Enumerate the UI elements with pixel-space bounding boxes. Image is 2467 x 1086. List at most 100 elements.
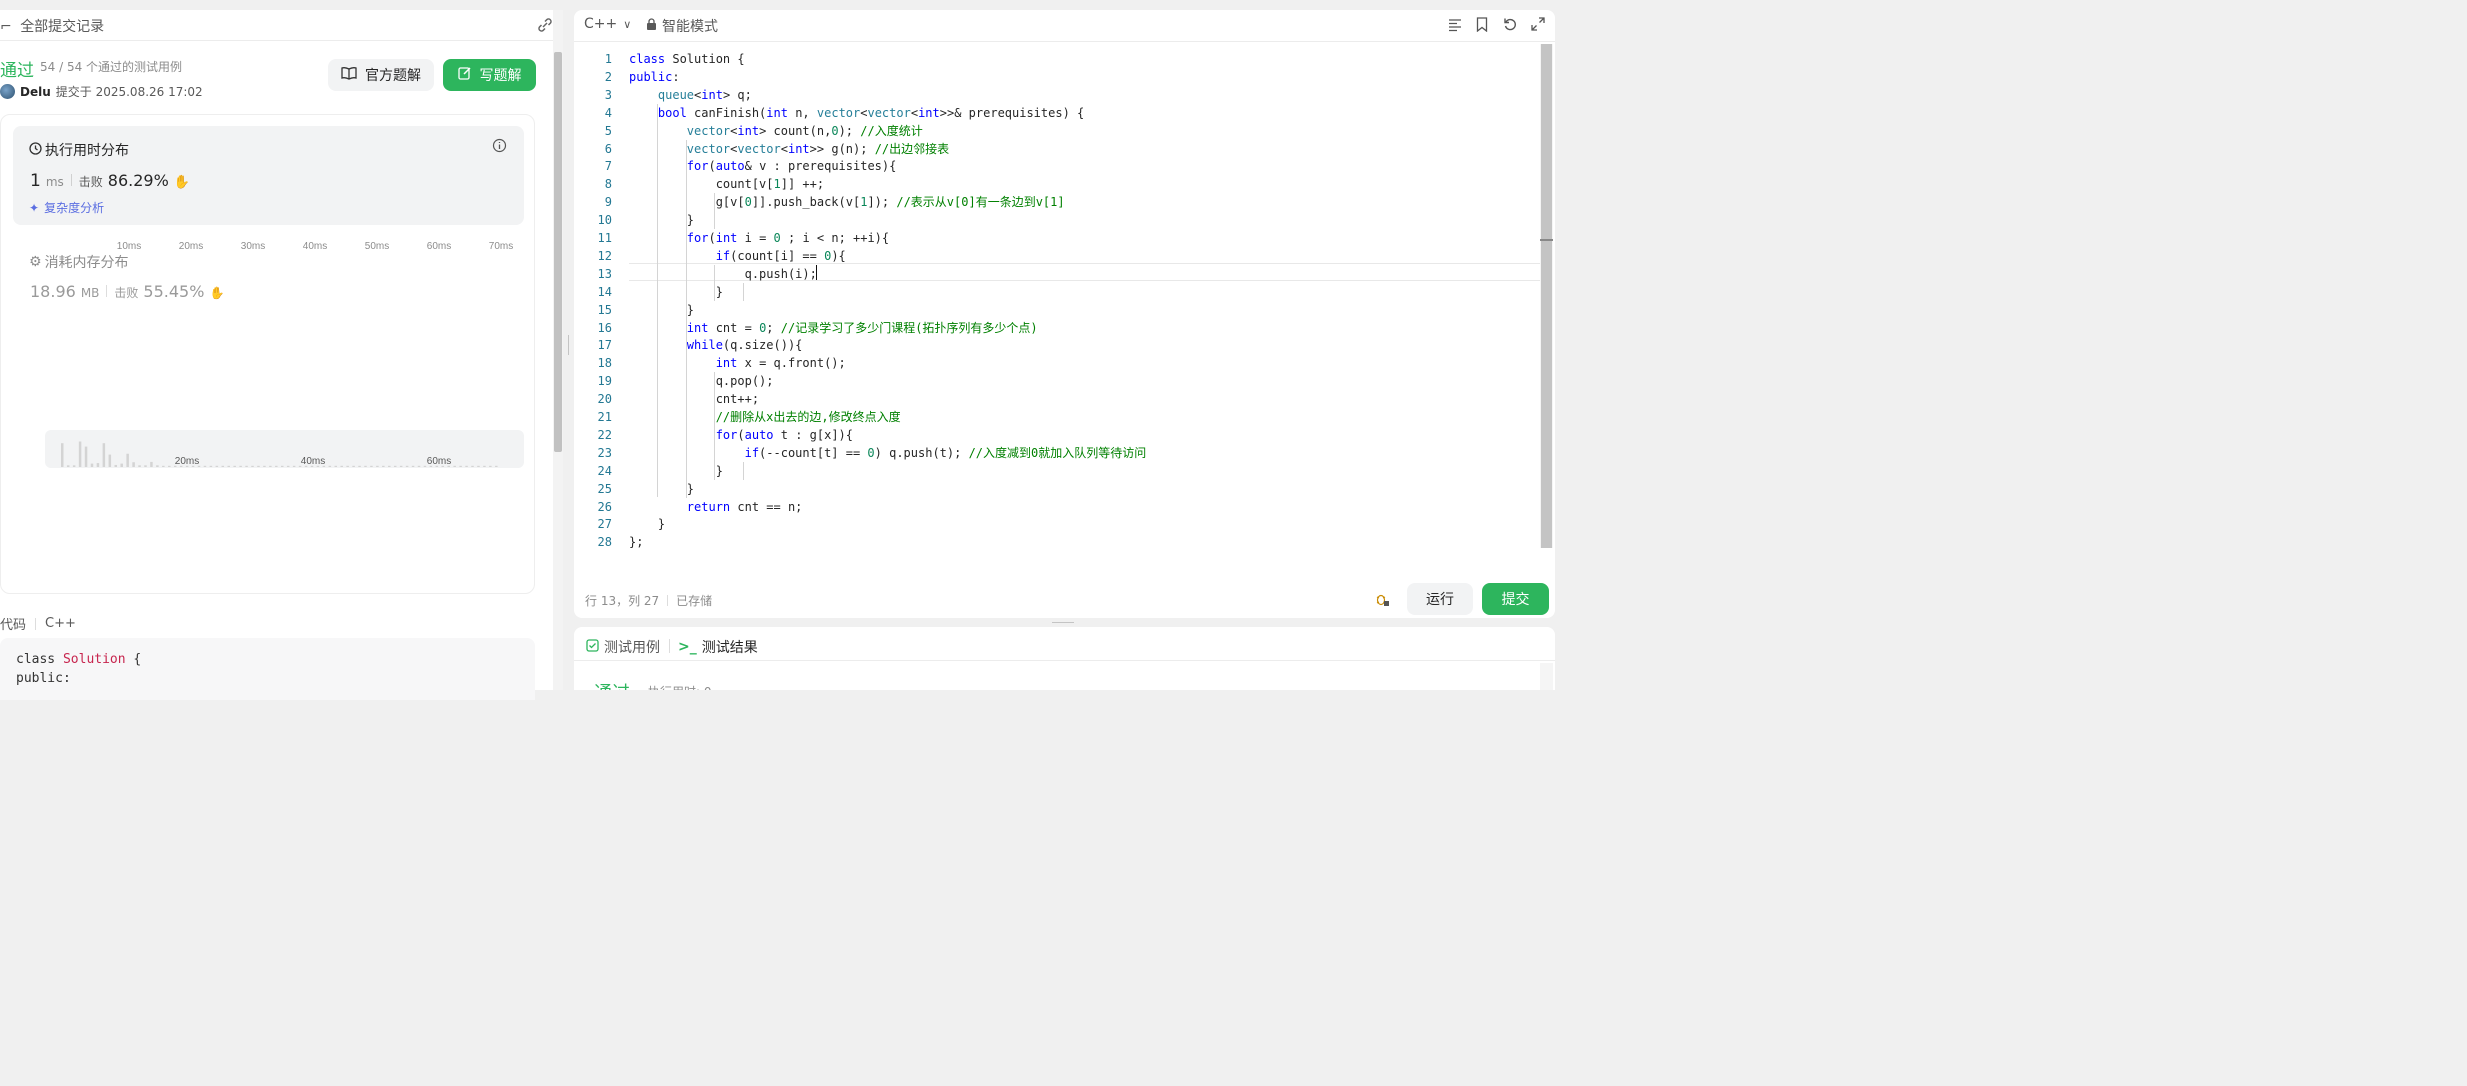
- code-line[interactable]: vector<int> count(n,0); //入度统计: [629, 122, 923, 140]
- code-line[interactable]: }: [629, 462, 723, 480]
- overview-bar: [61, 443, 64, 467]
- indent-guide: [743, 461, 744, 480]
- vertical-resize-handle[interactable]: [1052, 621, 1074, 624]
- clap-icon: ✋: [173, 175, 190, 190]
- back-to-submissions[interactable]: ⌐ 全部提交记录: [0, 16, 104, 36]
- code-preview-line: class Solution {: [16, 652, 142, 667]
- debug-icon[interactable]: [1375, 592, 1390, 611]
- x-tick-label: 50ms: [365, 241, 389, 252]
- overview-bar: [292, 465, 296, 467]
- code-line[interactable]: vector<vector<int>> g(n); //出边邻接表: [629, 140, 949, 158]
- stat-divider: [70, 174, 72, 186]
- performance-card: 执行用时分布 1 ms 击败 86.29% ✋ ✦ 复杂度分析 ⚙ 消耗内存分布: [0, 114, 535, 594]
- code-line[interactable]: int x = q.front();: [629, 354, 846, 372]
- editor-mode[interactable]: 智能模式: [646, 16, 718, 36]
- line-number: 28: [597, 535, 612, 550]
- overview-tick-label: 60ms: [427, 456, 451, 467]
- left-scrollbar-track[interactable]: [553, 10, 563, 690]
- overview-bar: [138, 465, 141, 467]
- overview-bar: [275, 465, 278, 467]
- line-number: 5: [604, 123, 612, 138]
- overview-bar: [66, 465, 70, 467]
- tab-result[interactable]: >_ 测试结果: [678, 637, 758, 657]
- code-line[interactable]: public:: [629, 68, 680, 86]
- code-line[interactable]: if(--count[t] == 0) q.push(t); //入度减到0就加…: [629, 444, 1147, 462]
- overview-tick-label: 20ms: [175, 456, 199, 467]
- text-cursor: [816, 265, 817, 280]
- overview-bar: [150, 461, 153, 467]
- username[interactable]: Delu: [20, 85, 51, 99]
- left-scrollbar-thumb[interactable]: [554, 52, 562, 452]
- overview-bar: [346, 465, 349, 467]
- code-line[interactable]: count[v[1]] ++;: [629, 175, 824, 193]
- overview-bar: [263, 465, 266, 467]
- cursor-position: 行 13，列 27: [585, 594, 660, 608]
- code-line[interactable]: if(count[i] == 0){: [629, 247, 846, 265]
- code-editor[interactable]: 1 2 3 4 5 6 7 8 9 10 11 12 13 14 15 16 17 18 19 20 21 22 23 24 2…: [574, 48, 1540, 568]
- complexity-analysis-link[interactable]: ✦ 复杂度分析: [29, 199, 104, 216]
- code-line[interactable]: //删除从x出去的边,修改终点入度: [629, 408, 901, 426]
- code-line[interactable]: g[v[0]].push_back(v[1]); //表示从v[0]有一条边到v…: [629, 193, 1065, 211]
- indent-guide: [714, 193, 715, 229]
- code-line[interactable]: int cnt = 0; //记录学习了多少门课程(拓扑序列有多少个点): [629, 319, 1038, 337]
- runtime-beat-value: 86.29%: [107, 171, 169, 190]
- test-panel-scrollbar[interactable]: [1540, 663, 1553, 690]
- line-number: 14: [597, 284, 612, 299]
- language-selector[interactable]: C++ ∨: [584, 16, 631, 32]
- overview-bar: [405, 465, 409, 467]
- editor-scrollbar-thumb[interactable]: [1541, 44, 1552, 548]
- run-button[interactable]: 运行: [1407, 583, 1473, 615]
- overview-bar: [144, 465, 147, 467]
- line-number: 19: [597, 374, 612, 389]
- panel-resize-handle[interactable]: [567, 335, 570, 355]
- x-tick-label: 60ms: [427, 241, 451, 252]
- code-line[interactable]: }: [629, 480, 694, 498]
- line-number: 18: [597, 356, 612, 371]
- line-number: 8: [604, 177, 612, 192]
- runtime-section[interactable]: 执行用时分布 1 ms 击败 86.29% ✋ ✦ 复杂度分析: [13, 126, 524, 225]
- overview-bar: [393, 465, 397, 467]
- code-line[interactable]: }: [629, 301, 694, 319]
- code-line[interactable]: class Solution {: [629, 50, 745, 68]
- format-icon[interactable]: [1448, 18, 1462, 36]
- line-number: 16: [597, 320, 612, 335]
- code-line[interactable]: bool canFinish(int n, vector<vector<int>…: [629, 104, 1084, 122]
- code-line[interactable]: queue<int> q;: [629, 86, 752, 104]
- code-line[interactable]: for(int i = 0 ; i < n; ++i){: [629, 229, 889, 247]
- share-link-icon[interactable]: [536, 16, 554, 38]
- indent-guide: [657, 103, 658, 498]
- code-line[interactable]: q.pop();: [629, 372, 774, 390]
- write-solution-button[interactable]: 写题解: [443, 59, 536, 91]
- code-line[interactable]: for(auto& v : prerequisites){: [629, 157, 897, 175]
- avatar[interactable]: [0, 84, 15, 99]
- official-solution-button[interactable]: 官方题解: [328, 59, 434, 91]
- line-number: 4: [604, 105, 612, 120]
- line-number: 15: [597, 302, 612, 317]
- code-line[interactable]: }: [629, 211, 694, 229]
- overview-bar: [417, 465, 421, 467]
- code-line[interactable]: for(auto t : g[x]){: [629, 426, 853, 444]
- reset-icon[interactable]: [1503, 17, 1518, 36]
- info-icon[interactable]: [492, 138, 507, 157]
- overview-bar: [72, 465, 76, 467]
- code-line[interactable]: }: [629, 515, 665, 533]
- line-number: 1: [604, 52, 612, 66]
- code-line[interactable]: while(q.size()){: [629, 336, 803, 354]
- result-time: 执行用时: 0: [648, 683, 712, 690]
- runtime-distribution-chart[interactable]: 20%15%10%5%0%10ms20ms30ms40ms50ms60ms70m…: [1, 219, 534, 469]
- overview-bar: [334, 465, 338, 467]
- editor-scrollbar-track[interactable]: [1540, 44, 1553, 548]
- code-line[interactable]: }: [629, 283, 723, 301]
- code-preview-line: public:: [16, 671, 71, 686]
- code-line[interactable]: cnt++;: [629, 390, 759, 408]
- line-number: 21: [597, 410, 612, 424]
- overview-bar: [328, 465, 332, 467]
- overview-bar: [245, 465, 248, 467]
- fullscreen-icon[interactable]: [1531, 17, 1545, 35]
- bookmark-icon[interactable]: [1476, 17, 1488, 36]
- code-line[interactable]: };: [629, 533, 643, 551]
- code-line[interactable]: return cnt == n;: [629, 498, 803, 516]
- overview-bar: [120, 463, 123, 467]
- tab-testcase[interactable]: 测试用例: [586, 637, 660, 657]
- submit-button[interactable]: 提交: [1482, 583, 1549, 615]
